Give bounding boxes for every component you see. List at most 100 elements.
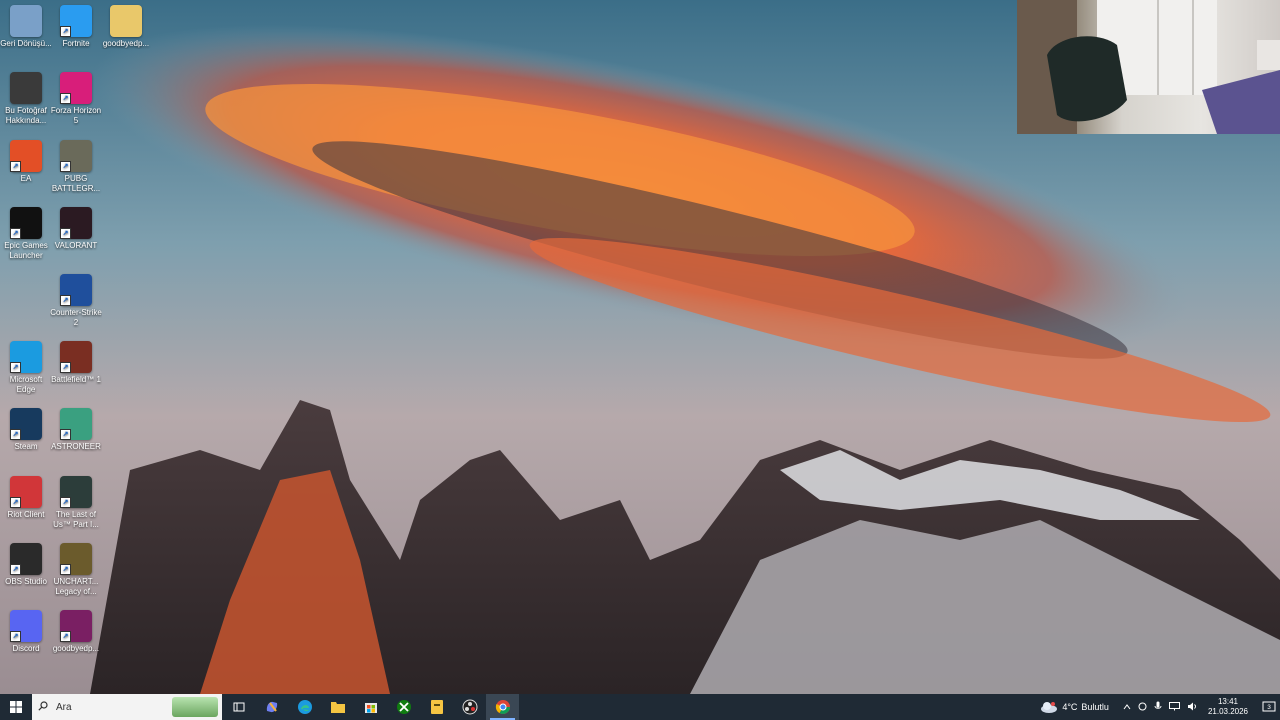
task-view-icon bbox=[233, 702, 244, 712]
start-button[interactable] bbox=[0, 694, 32, 720]
notification-icon: 3 bbox=[1262, 701, 1276, 712]
webcam-feed bbox=[1017, 0, 1280, 134]
volume-icon[interactable] bbox=[1187, 702, 1198, 713]
desktop-icon-label: ASTRONEER bbox=[51, 442, 101, 451]
store-icon bbox=[364, 703, 377, 713]
chevron-up-icon[interactable] bbox=[1123, 702, 1131, 712]
fortnite-icon: ↗ bbox=[60, 5, 92, 37]
desktop-icon[interactable]: ↗ Battlefield™ 1 bbox=[50, 341, 102, 385]
info-icon bbox=[10, 72, 42, 104]
obs-taskbar-button[interactable] bbox=[453, 694, 486, 720]
search-box[interactable]: Ara bbox=[32, 694, 222, 720]
shortcut-arrow-icon: ↗ bbox=[60, 161, 71, 172]
edge-icon: ↗ bbox=[10, 341, 42, 373]
copilot-button[interactable] bbox=[255, 694, 288, 720]
shortcut-arrow-icon: ↗ bbox=[10, 362, 21, 373]
desktop-icon[interactable]: ↗ Discord bbox=[0, 610, 52, 654]
xbox-button[interactable] bbox=[387, 694, 420, 720]
desktop-icon-label: Fortnite bbox=[62, 39, 90, 48]
microphone-icon[interactable] bbox=[1154, 701, 1162, 713]
shortcut-arrow-icon: ↗ bbox=[60, 564, 71, 575]
forza-icon: ↗ bbox=[60, 72, 92, 104]
desktop-icon[interactable]: ↗ Riot Client bbox=[0, 476, 52, 520]
desktop-icon[interactable]: ↗ VALORANT bbox=[50, 207, 102, 251]
battlefield-icon: ↗ bbox=[60, 341, 92, 373]
desktop-icon-label: EA bbox=[20, 174, 32, 183]
desktop-icon[interactable]: ↗ The Last of Us™ Part I... bbox=[50, 476, 102, 530]
valorant-icon: ↗ bbox=[60, 207, 92, 239]
desktop-icon-label: The Last of Us™ Part I... bbox=[53, 510, 99, 529]
desktop-icon[interactable]: ↗ Microsoft Edge bbox=[0, 341, 52, 395]
desktop-icon-label: Steam bbox=[14, 442, 38, 451]
security-icon[interactable] bbox=[1138, 702, 1147, 713]
desktop-icon[interactable]: ↗ PUBG BATTLEGR... bbox=[50, 140, 102, 194]
clock-date: 21.03.2026 bbox=[1207, 707, 1248, 716]
desktop-icon-label: Riot Client bbox=[7, 510, 45, 519]
desktop-icon[interactable]: ↗ goodbyedp... bbox=[50, 610, 102, 654]
edge-taskbar-button[interactable] bbox=[288, 694, 321, 720]
network-icon[interactable] bbox=[1168, 701, 1180, 713]
ea-icon: ↗ bbox=[10, 140, 42, 172]
clock[interactable]: 13:41 21.03.2026 bbox=[1208, 697, 1248, 717]
shortcut-arrow-icon: ↗ bbox=[60, 295, 71, 306]
chrome-icon bbox=[495, 700, 510, 714]
desktop-icon-label: VALORANT bbox=[54, 241, 98, 250]
desktop-icon[interactable]: ↗ ASTRONEER bbox=[50, 408, 102, 452]
desktop-icon[interactable]: Bu Fotoğraf Hakkında... bbox=[0, 72, 52, 126]
store-button[interactable] bbox=[354, 694, 387, 720]
shortcut-arrow-icon: ↗ bbox=[10, 429, 21, 440]
file-app-button[interactable] bbox=[420, 694, 453, 720]
xbox-icon bbox=[396, 700, 411, 714]
notification-count: 3 bbox=[1267, 704, 1271, 711]
cloud-icon bbox=[1041, 702, 1058, 713]
desktop-icon[interactable]: ↗ Epic Games Launcher bbox=[0, 207, 52, 261]
discord-icon: ↗ bbox=[10, 610, 42, 642]
windows-icon bbox=[10, 701, 22, 713]
astroneer-icon: ↗ bbox=[60, 408, 92, 440]
last-of-us-icon: ↗ bbox=[60, 476, 92, 508]
task-view-button[interactable] bbox=[222, 694, 255, 720]
desktop-icon-label: Bu Fotoğraf Hakkında... bbox=[5, 106, 47, 125]
obs-icon bbox=[462, 699, 477, 715]
edge-icon bbox=[297, 700, 312, 714]
desktop-icon[interactable]: ↗ Steam bbox=[0, 408, 52, 452]
file-explorer-button[interactable] bbox=[321, 694, 354, 720]
desktop-icon-label: Geri Dönüşü... bbox=[0, 39, 52, 48]
desktop-icon[interactable]: ↗ UNCHART... Legacy of... bbox=[50, 543, 102, 597]
desktop-icon[interactable]: Geri Dönüşü... bbox=[0, 5, 52, 49]
shortcut-arrow-icon: ↗ bbox=[10, 564, 21, 575]
shortcut-arrow-icon: ↗ bbox=[10, 228, 21, 239]
shortcut-arrow-icon: ↗ bbox=[60, 26, 71, 37]
shortcut-arrow-icon: ↗ bbox=[10, 161, 21, 172]
desktop-icon-label: goodbyedp... bbox=[102, 39, 150, 48]
desktop-icon-label: OBS Studio bbox=[5, 577, 47, 586]
desktop-icon[interactable]: ↗ Counter-Strike 2 bbox=[50, 274, 102, 328]
desktop-icon-label: Forza Horizon 5 bbox=[50, 106, 102, 125]
epic-games-icon: ↗ bbox=[10, 207, 42, 239]
pubg-icon: ↗ bbox=[60, 140, 92, 172]
desktop-icon[interactable]: goodbyedp... bbox=[100, 5, 152, 49]
taskbar: Ara 4°C Bulutlu 13:41 21.03.2026 3 bbox=[0, 694, 1280, 720]
steam-icon: ↗ bbox=[10, 408, 42, 440]
desktop-icon[interactable]: ↗ OBS Studio bbox=[0, 543, 52, 587]
shortcut-arrow-icon: ↗ bbox=[60, 362, 71, 373]
copilot-icon bbox=[266, 701, 277, 713]
obs-icon: ↗ bbox=[10, 543, 42, 575]
desktop-icon-label: goodbyedp... bbox=[52, 644, 100, 653]
desktop-icon-label: UNCHART... Legacy of... bbox=[53, 577, 99, 596]
uncharted-icon: ↗ bbox=[60, 543, 92, 575]
desktop-icon-label: PUBG BATTLEGR... bbox=[51, 174, 101, 193]
desktop-icon-label: Epic Games Launcher bbox=[4, 241, 48, 260]
weather-temp: 4°C bbox=[1062, 702, 1078, 712]
desktop-icon[interactable]: ↗ Forza Horizon 5 bbox=[50, 72, 102, 126]
notification-button[interactable]: 3 bbox=[1258, 701, 1280, 713]
weather-condition: Bulutlu bbox=[1081, 702, 1109, 712]
weather-widget[interactable]: 4°C Bulutlu bbox=[1040, 701, 1109, 713]
search-placeholder: Ara bbox=[56, 701, 72, 713]
desktop-icon-label: Battlefield™ 1 bbox=[51, 375, 101, 384]
recycle-bin-icon bbox=[10, 5, 42, 37]
desktop-icon[interactable]: ↗ Fortnite bbox=[50, 5, 102, 49]
desktop-icon[interactable]: ↗ EA bbox=[0, 140, 52, 184]
chrome-taskbar-button[interactable] bbox=[486, 694, 519, 720]
shortcut-arrow-icon: ↗ bbox=[60, 93, 71, 104]
